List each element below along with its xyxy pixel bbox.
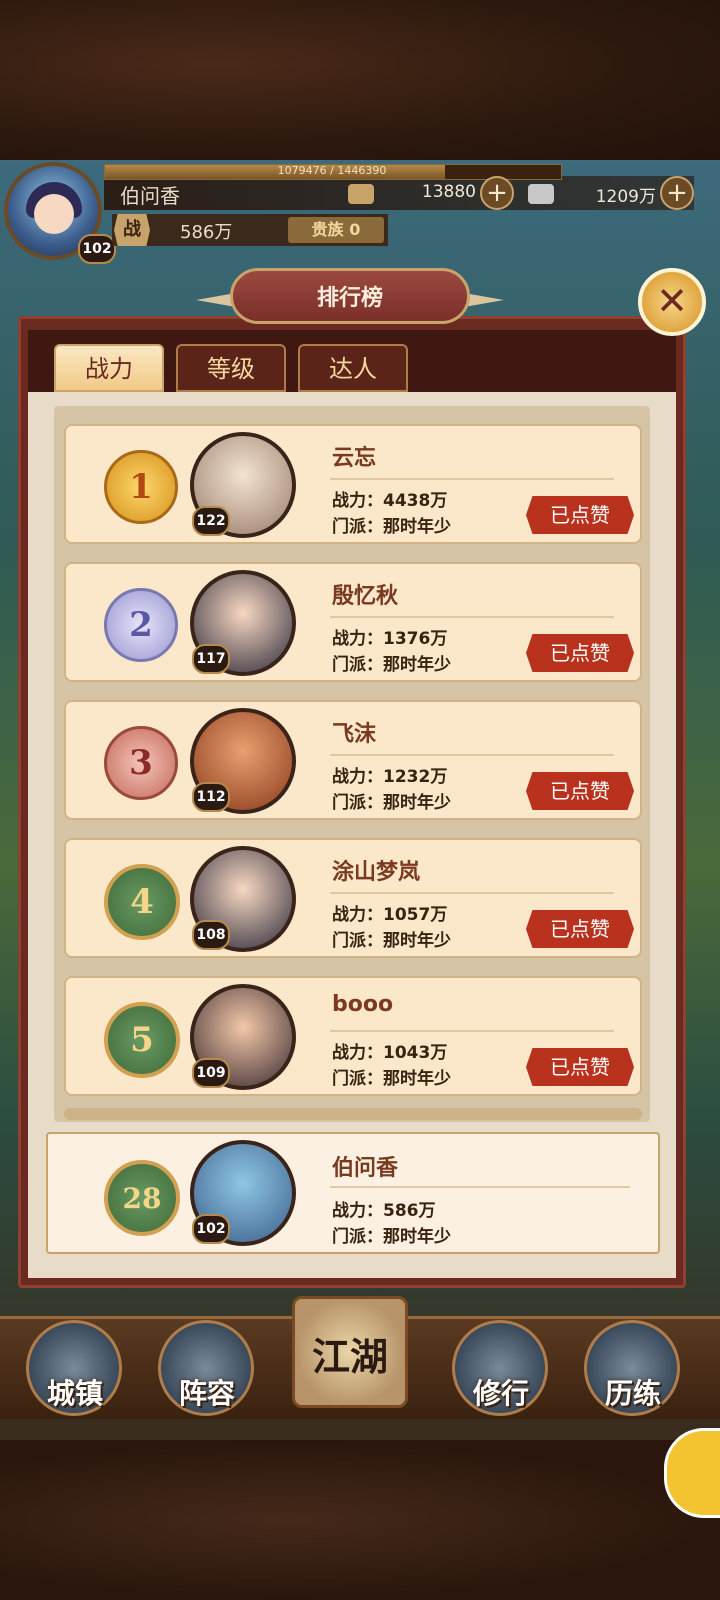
silver-ingot-icon bbox=[528, 184, 554, 204]
gold-medal-icon: 1 bbox=[98, 444, 178, 524]
player-name: 伯问香 bbox=[120, 184, 180, 208]
ranking-card-3[interactable]: 3 112 飞沫 战力：1232万 门派：那时年少 已点赞 bbox=[64, 700, 642, 820]
level-badge: 108 bbox=[192, 920, 230, 950]
level-badge: 117 bbox=[192, 644, 230, 674]
power-stat: 战力：1057万 bbox=[332, 905, 448, 925]
gold-value: 13880 bbox=[421, 182, 476, 202]
close-button[interactable]: ✕ bbox=[638, 268, 706, 336]
my-rank-card: 28 102 伯问香 战力：586万 门派：那时年少 bbox=[46, 1132, 660, 1254]
panel-title: 排行榜 bbox=[316, 286, 383, 311]
power-stat: 战力：1043万 bbox=[332, 1043, 448, 1063]
level-badge: 122 bbox=[192, 506, 230, 536]
level-badge: 102 bbox=[192, 1214, 230, 1244]
rank-number: 2 bbox=[104, 588, 178, 662]
add-silver-button[interactable]: + bbox=[660, 176, 694, 210]
player-name: 飞沫 bbox=[332, 722, 377, 747]
rank-medal-icon: 4 bbox=[98, 858, 180, 940]
rank-number: 3 bbox=[104, 726, 178, 800]
sect-stat: 门派：那时年少 bbox=[332, 1069, 451, 1089]
sect-stat: 门派：那时年少 bbox=[332, 1227, 451, 1247]
bronze-medal-icon: 3 bbox=[98, 720, 178, 800]
avatar-face bbox=[34, 194, 74, 234]
silver-value: 1209万 bbox=[595, 187, 656, 207]
sect-stat: 门派：那时年少 bbox=[332, 655, 451, 675]
tab-level[interactable]: 等级 bbox=[176, 344, 286, 392]
player-power: 586万 bbox=[180, 222, 233, 243]
player-name: 云忘 bbox=[332, 446, 377, 471]
ranking-card-1[interactable]: 1 122 云忘 战力：4438万 门派：那时年少 已点赞 bbox=[64, 424, 642, 544]
player-name: 涂山梦岚 bbox=[332, 860, 421, 885]
bottom-background bbox=[0, 1440, 720, 1600]
sect-stat: 门派：那时年少 bbox=[332, 793, 451, 813]
player-level-badge: 102 bbox=[78, 234, 116, 264]
sect-stat: 门派：那时年少 bbox=[332, 517, 451, 537]
sect-stat: 门派：那时年少 bbox=[332, 931, 451, 951]
liked-button[interactable]: 已点赞 bbox=[526, 772, 634, 810]
nav-lineup-label: 阵容 bbox=[178, 1377, 235, 1410]
liked-button[interactable]: 已点赞 bbox=[526, 910, 634, 948]
power-stat: 战力：1232万 bbox=[332, 767, 448, 787]
power-stat: 战力：1376万 bbox=[332, 629, 448, 649]
gold-ingot-icon bbox=[348, 184, 374, 204]
tab-power[interactable]: 战力 bbox=[54, 344, 164, 392]
ranking-card-4[interactable]: 4 108 涂山梦岚 战力：1057万 门派：那时年少 已点赞 bbox=[64, 838, 642, 958]
power-stat: 战力：586万 bbox=[332, 1201, 436, 1221]
rank-number: 5 bbox=[104, 1002, 180, 1078]
divider bbox=[330, 616, 614, 618]
ranking-card-5[interactable]: 5 109 booo 战力：1043万 门派：那时年少 已点赞 bbox=[64, 976, 642, 1096]
divider bbox=[330, 892, 614, 894]
divider bbox=[330, 1030, 614, 1032]
rank-number: 1 bbox=[104, 450, 178, 524]
player-name: booo bbox=[332, 992, 394, 1017]
rank-number: 4 bbox=[104, 864, 180, 940]
nav-cultivate-label: 修行 bbox=[472, 1377, 529, 1410]
nav-training-label: 历练 bbox=[604, 1377, 661, 1410]
add-gold-button[interactable]: + bbox=[480, 176, 514, 210]
top-background bbox=[0, 0, 720, 160]
player-name: 殷忆秋 bbox=[332, 584, 399, 609]
nav-town-label: 城镇 bbox=[46, 1377, 103, 1410]
list-end-divider bbox=[64, 1108, 642, 1120]
ranking-card-2[interactable]: 2 117 殷忆秋 战力：1376万 门派：那时年少 已点赞 bbox=[64, 562, 642, 682]
power-stat: 战力：4438万 bbox=[332, 491, 448, 511]
player-name: 伯问香 bbox=[332, 1156, 399, 1181]
tab-expert[interactable]: 达人 bbox=[298, 344, 408, 392]
divider bbox=[330, 1186, 630, 1188]
rank-medal-icon: 5 bbox=[98, 996, 180, 1078]
rank-number: 28 bbox=[104, 1160, 180, 1236]
liked-button[interactable]: 已点赞 bbox=[526, 1048, 634, 1086]
noble-badge[interactable]: 贵族 0 bbox=[288, 217, 384, 243]
level-badge: 109 bbox=[192, 1058, 230, 1088]
rank-medal-icon: 28 bbox=[98, 1154, 180, 1236]
level-badge: 112 bbox=[192, 782, 230, 812]
liked-button[interactable]: 已点赞 bbox=[526, 634, 634, 672]
liked-button[interactable]: 已点赞 bbox=[526, 496, 634, 534]
divider bbox=[330, 478, 614, 480]
silver-medal-icon: 2 bbox=[98, 582, 178, 662]
power-icon: 战 bbox=[114, 214, 150, 246]
divider bbox=[330, 754, 614, 756]
nav-jianghu-label: 江湖 bbox=[311, 1334, 388, 1379]
